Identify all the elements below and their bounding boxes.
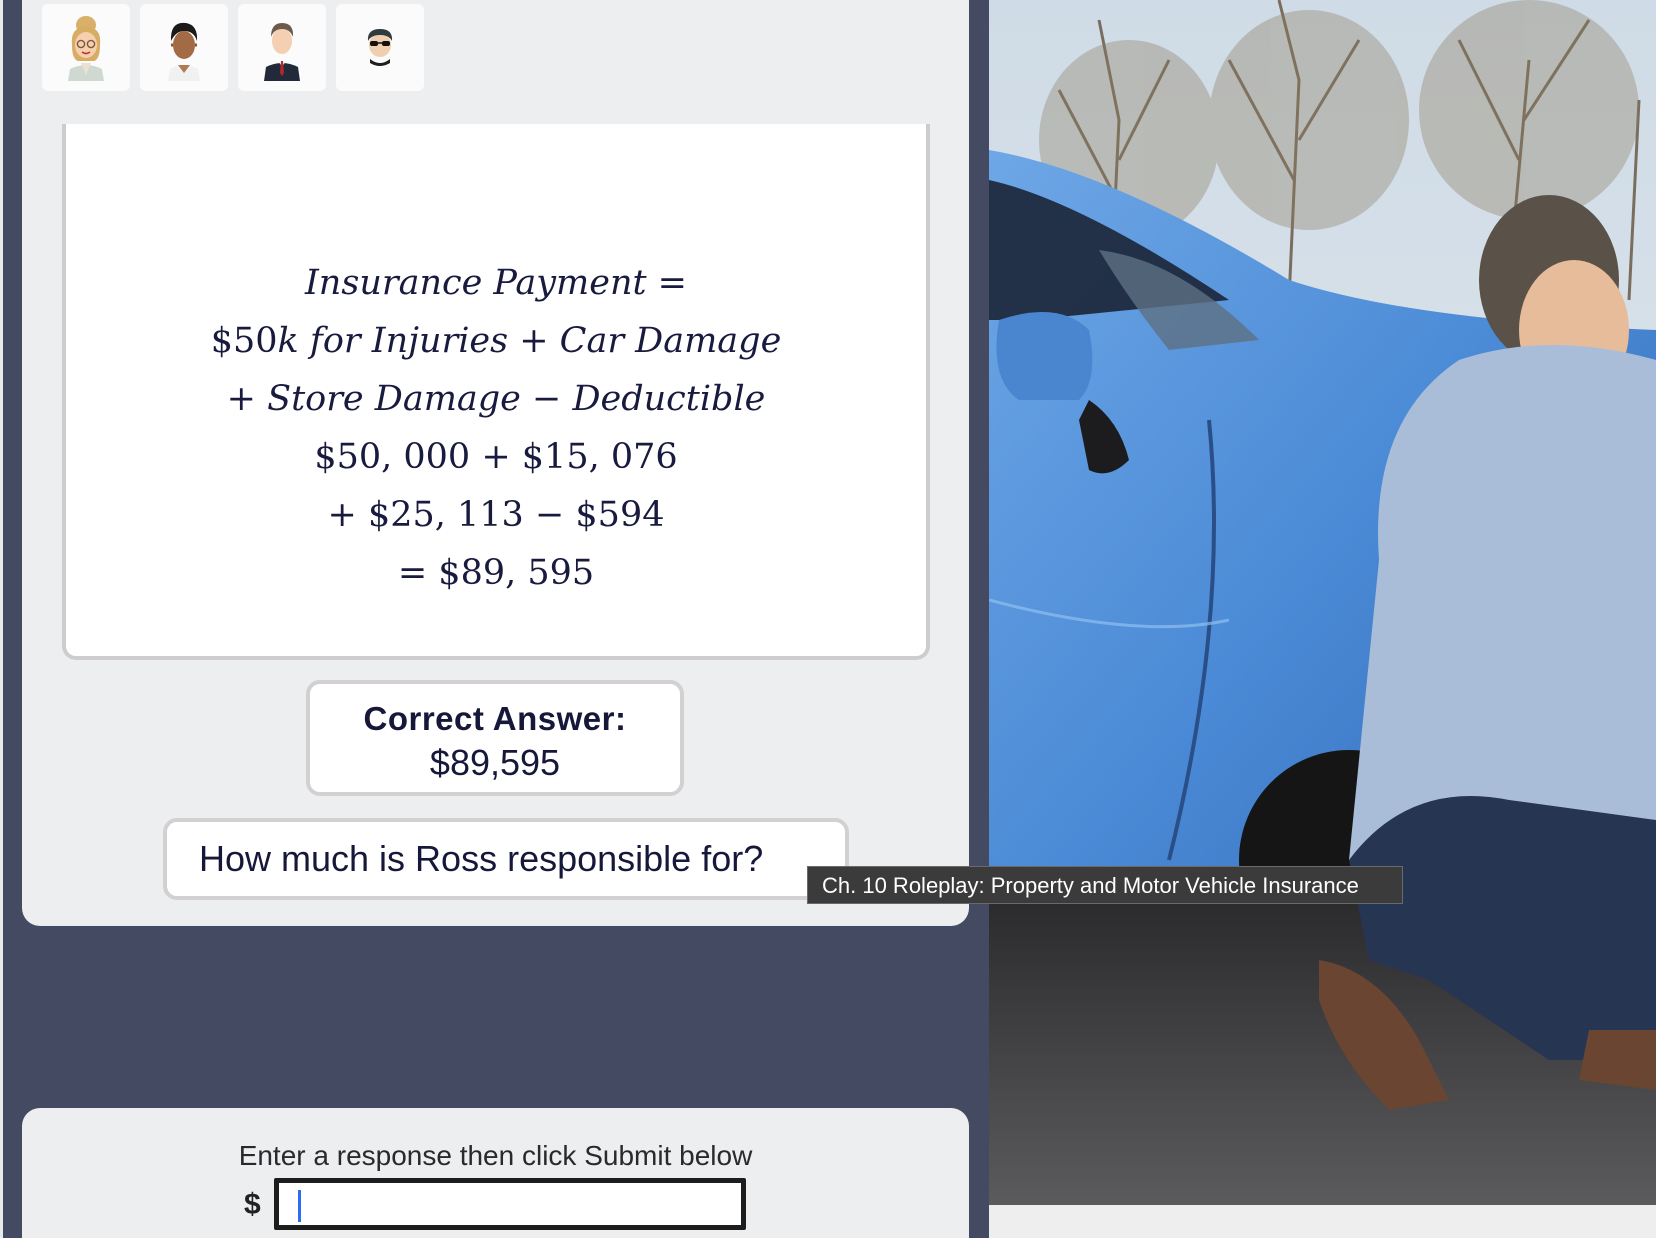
left-column: Insurance Payment = $50k for Injuries + …: [0, 0, 989, 1238]
equation-line-2-text: for Injuries + Car Damage: [298, 321, 782, 361]
title-tooltip: Ch. 10 Roleplay: Property and Motor Vehi…: [807, 866, 1403, 904]
chat-panel: Insurance Payment = $50k for Injuries + …: [22, 0, 969, 926]
correct-answer-label: Correct Answer:: [363, 700, 627, 737]
avatar-man-sunglasses-icon: [367, 28, 393, 66]
edge-strip: [0, 0, 3, 1238]
avatar-man-dark-hair-icon: [168, 22, 200, 81]
equation-line-2: $50k for Injuries + Car Damage: [66, 312, 926, 370]
equation-line-1: Insurance Payment =: [66, 254, 926, 312]
avatar-card-1[interactable]: [42, 4, 130, 91]
correct-answer-box: Correct Answer: $89,595: [306, 680, 684, 796]
avatar-card-4[interactable]: [336, 4, 424, 91]
response-panel: Enter a response then click Submit below…: [22, 1108, 969, 1238]
avatar-man-suit-icon: [264, 22, 300, 81]
equation-line-3-text: + Store Damage − Deductible: [226, 379, 766, 419]
car-accident-photo: [989, 0, 1656, 1205]
avatar-woman-glasses-icon: [68, 15, 104, 81]
text-caret: [298, 1190, 301, 1222]
bottom-strip: [989, 1205, 1656, 1238]
column-divider: [969, 0, 989, 1238]
equation-line-4: $50, 000 + $15, 076: [314, 437, 678, 477]
equation-line-5: + $25, 113 − $594: [327, 495, 665, 535]
equation-line-1-text: Insurance Payment =: [304, 263, 688, 303]
response-input[interactable]: [274, 1178, 746, 1230]
equation-line-6: = $89, 595: [397, 553, 595, 593]
avatar-card-2[interactable]: [140, 4, 228, 91]
avatar-row: [42, 4, 424, 91]
currency-sign: $: [244, 1188, 261, 1221]
scene-photo: [989, 0, 1656, 1205]
equation-line-2-amount: $50: [210, 321, 278, 361]
correct-answer-value: $89,595: [429, 742, 561, 783]
avatar-card-3[interactable]: [238, 4, 326, 91]
response-prompt: Enter a response then click Submit below: [238, 1140, 753, 1171]
question-bubble: How much is Ross responsible for?: [163, 818, 849, 900]
equation-line-2-unit: k: [277, 321, 299, 361]
equation-block: Insurance Payment = $50k for Injuries + …: [66, 254, 926, 602]
equation-card: Insurance Payment = $50k for Injuries + …: [62, 124, 930, 660]
equation-line-3: + Store Damage − Deductible: [66, 370, 926, 428]
